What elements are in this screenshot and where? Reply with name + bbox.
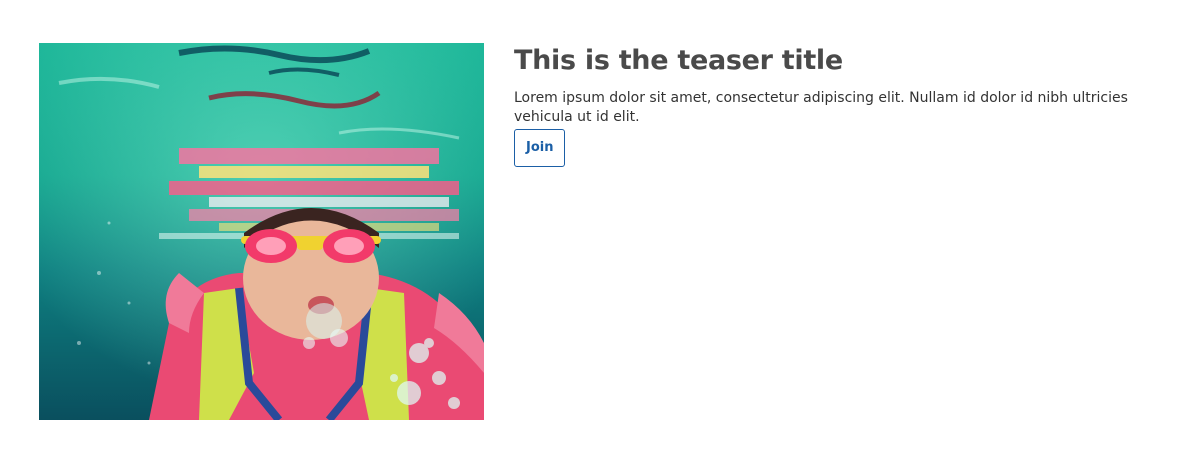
teaser-body-text: Lorem ipsum dolor sit amet, consectetur …	[514, 90, 1128, 125]
teaser-card: This is the teaser title Lorem ipsum dol…	[0, 0, 1187, 455]
underwater-swimmer-photo	[39, 43, 484, 420]
join-button[interactable]: Join	[514, 129, 566, 167]
teaser-image	[39, 43, 484, 420]
teaser-title: This is the teaser title	[514, 45, 843, 76]
teaser-content: This is the teaser title Lorem ipsum dol…	[514, 43, 1154, 167]
